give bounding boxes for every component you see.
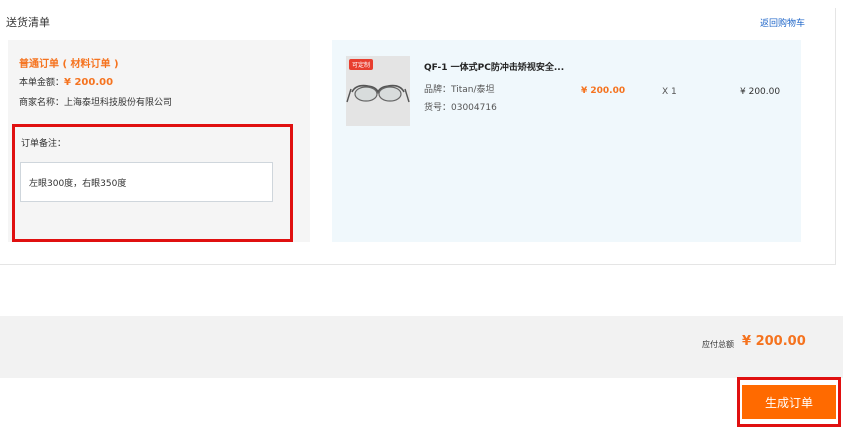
total-value: ¥ 200.00 <box>742 334 806 349</box>
order-amount-value: ¥ 200.00 <box>64 77 114 88</box>
order-type: 普通订单 ( 材料订单 ) <box>19 59 119 70</box>
order-note-label: 订单备注： <box>21 139 67 149</box>
product-image[interactable]: 可定制 <box>346 56 410 126</box>
generate-order-button[interactable]: 生成订单 <box>742 385 836 419</box>
section-title: 送货清单 <box>6 16 50 29</box>
product-sku: 货号：03004716 <box>424 103 497 113</box>
total-label: 应付总额 <box>702 340 734 349</box>
product-quantity: X 1 <box>662 87 677 97</box>
order-note-input[interactable] <box>20 162 273 202</box>
back-to-cart-link[interactable]: 返回购物车 <box>760 16 805 29</box>
merchant-value: 上海泰坦科技股份有限公司 <box>64 98 173 108</box>
product-name[interactable]: QF-1 一体式PC防冲击矫视安全... <box>424 60 564 73</box>
order-amount: 本单金额：¥ 200.00 <box>19 75 113 88</box>
product-brand: 品牌：Titan/泰坦 <box>424 85 495 95</box>
order-amount-label: 本单金额： <box>19 78 65 88</box>
product-unit-price: ¥ 200.00 <box>581 86 626 96</box>
merchant-label: 商家名称： <box>19 98 65 108</box>
product-subtotal: ¥ 200.00 <box>740 87 781 97</box>
merchant-name: 商家名称：上海泰坦科技股份有限公司 <box>19 95 172 108</box>
customizable-tag: 可定制 <box>349 59 374 70</box>
